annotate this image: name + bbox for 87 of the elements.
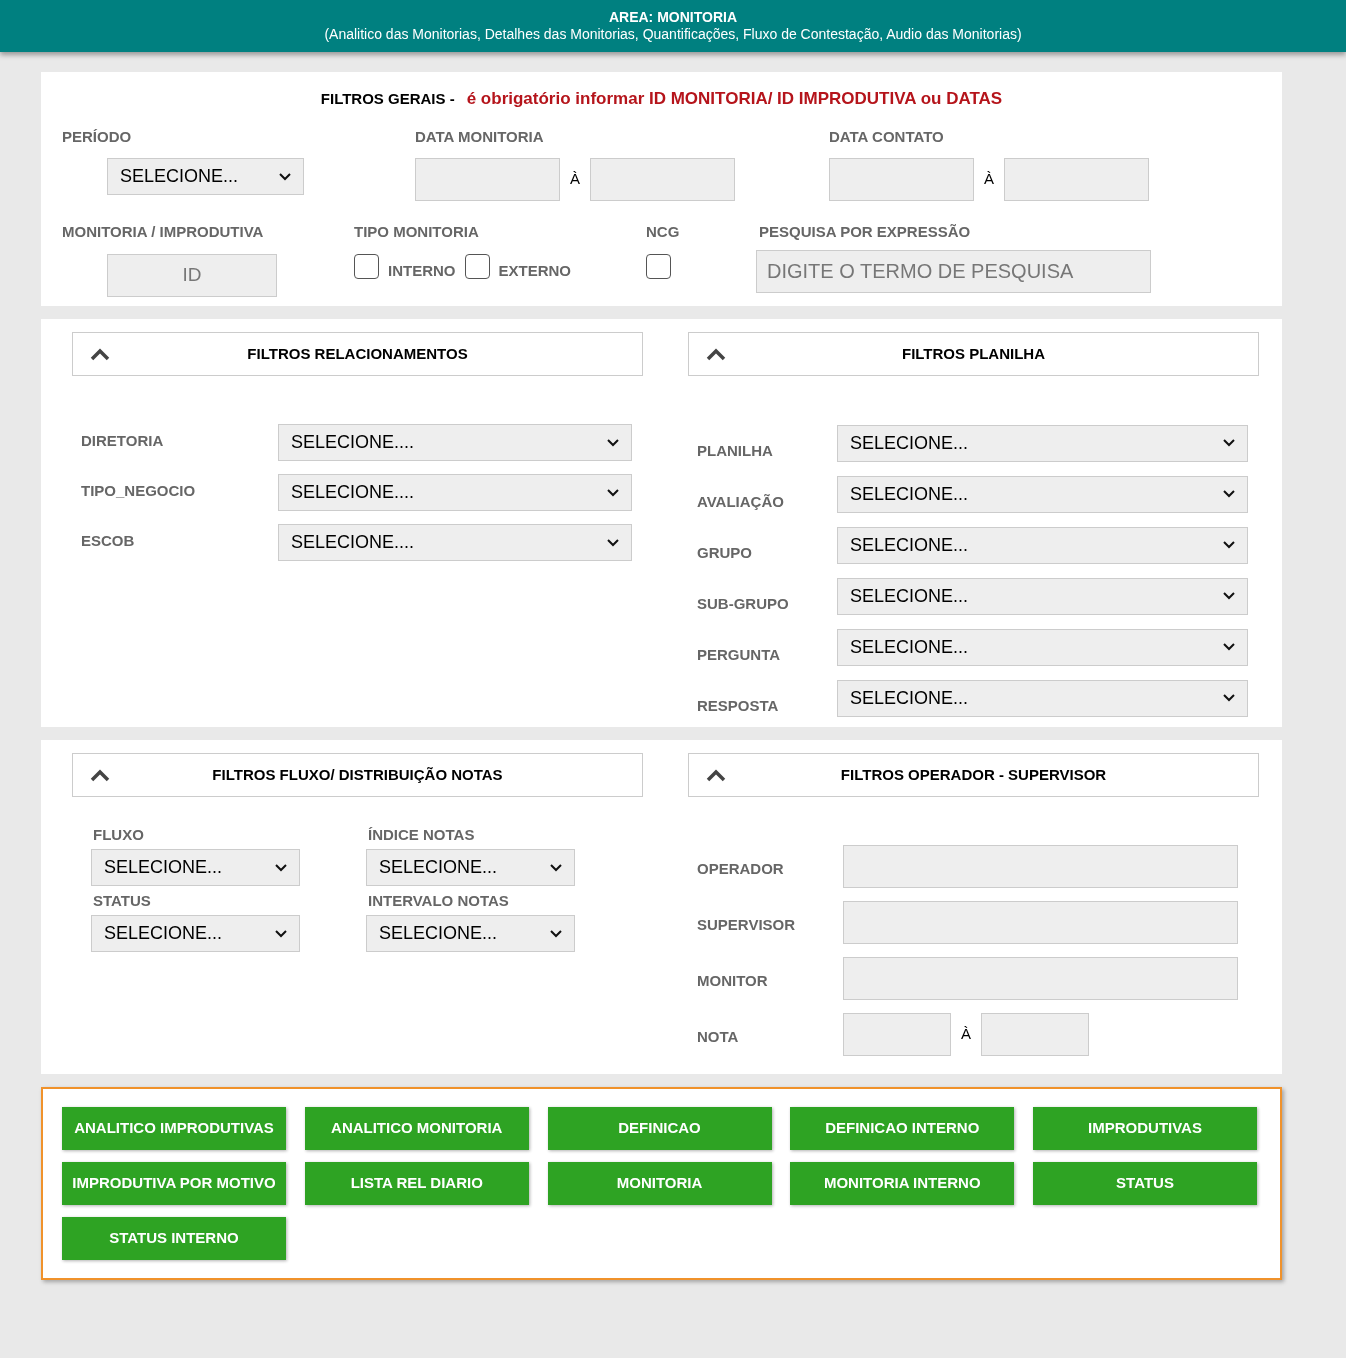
dropdown-select[interactable]: SELECIONE... xyxy=(91,915,300,952)
checkbox[interactable] xyxy=(464,253,490,279)
field-label: STATUS xyxy=(92,892,152,910)
field-label: SUPERVISOR xyxy=(696,915,797,936)
caret-icon xyxy=(607,438,619,447)
panel-header[interactable]: FILTROS RELACIONAMENTOS xyxy=(72,332,643,376)
text-field[interactable] xyxy=(981,1013,1089,1056)
chevron-up-icon xyxy=(706,769,726,782)
field-label: FLUXO xyxy=(92,826,145,844)
text-field[interactable] xyxy=(843,957,1238,1000)
date-field[interactable] xyxy=(829,158,974,201)
panel-title: FILTROS RELACIONAMENTOS xyxy=(247,343,468,364)
field-label: PLANILHA xyxy=(696,441,774,461)
dropdown-select[interactable]: SELECIONE... xyxy=(366,915,575,952)
range-separator: À xyxy=(569,169,581,190)
text-field[interactable] xyxy=(843,845,1238,888)
field-label: PERGUNTA xyxy=(696,645,782,665)
dropdown-select[interactable]: SELECIONE... xyxy=(837,628,1248,666)
panel-title: FILTROS PLANILHA xyxy=(901,343,1045,364)
area-subtitle: (Analitico das Monitorias, Detalhes das Monitorias, Quantificações, Fluxo de Contestação, Audio das Monitorias) xyxy=(324,26,1022,43)
caret-icon xyxy=(1223,694,1235,703)
dropdown-select[interactable]: SELECIONE.... xyxy=(278,524,632,561)
field-label: RESPOSTA xyxy=(696,696,780,716)
date-field[interactable] xyxy=(590,158,735,201)
caret-icon xyxy=(1223,592,1235,601)
dropdown-select[interactable]: SELECIONE... xyxy=(837,424,1248,462)
field-label: GRUPO xyxy=(696,543,753,563)
chevron-up-icon xyxy=(90,348,110,361)
field-label: DATA CONTATO xyxy=(829,126,945,147)
dropdown-select[interactable]: SELECIONE... xyxy=(91,849,300,886)
caret-icon xyxy=(607,488,619,497)
warning-text: é obrigatório informar ID MONITORIA/ ID IMPRODUTIVA ou DATAS xyxy=(466,88,1003,110)
field-label: PERÍODO xyxy=(62,126,133,147)
caret-icon xyxy=(275,929,287,938)
text-field[interactable] xyxy=(843,901,1238,944)
section-title: FILTROS GERAIS - xyxy=(320,89,455,109)
id-field[interactable]: ID xyxy=(107,253,277,297)
panel-title: FILTROS OPERADOR - SUPERVISOR xyxy=(840,764,1107,785)
dropdown-select[interactable]: SELECIONE... xyxy=(837,679,1248,717)
field-label: PESQUISA POR EXPRESSÃO xyxy=(759,222,972,242)
field-label: DATA MONITORIA xyxy=(415,126,545,147)
dropdown-select[interactable]: SELECIONE.... xyxy=(278,424,632,461)
caret-icon xyxy=(279,172,291,181)
caret-icon xyxy=(275,863,287,872)
text-field[interactable] xyxy=(843,1013,951,1056)
field-label: TIPO_NEGOCIO xyxy=(80,480,197,501)
field-label: DIRETORIA xyxy=(80,430,165,451)
field-label: SUB-GRUPO xyxy=(696,594,790,614)
panel-header[interactable]: FILTROS OPERADOR - SUPERVISOR xyxy=(688,753,1259,797)
field-label: TIPO MONITORIA xyxy=(354,222,480,242)
checkbox-label: INTERNO xyxy=(388,262,456,279)
date-field[interactable] xyxy=(1004,158,1149,201)
field-label: NOTA xyxy=(696,1027,740,1048)
caret-icon xyxy=(1223,541,1235,550)
caret-icon xyxy=(550,863,562,872)
area-title: AREA: MONITORIA xyxy=(608,9,738,26)
caret-icon xyxy=(1223,439,1235,448)
caret-icon xyxy=(1223,643,1235,652)
caret-icon xyxy=(607,538,619,547)
panel-header[interactable]: FILTROS FLUXO/ DISTRIBUIÇÃO NOTAS xyxy=(72,753,643,797)
chevron-up-icon xyxy=(706,348,726,361)
field-label: ÍNDICE NOTAS xyxy=(367,826,476,844)
dropdown-select[interactable]: SELECIONE... xyxy=(107,158,304,195)
field-label: MONITOR xyxy=(696,971,769,992)
checkbox[interactable] xyxy=(646,253,671,279)
field-label: AVALIAÇÃO xyxy=(696,492,785,512)
field-label: NCG xyxy=(646,222,680,242)
caret-icon xyxy=(1223,490,1235,499)
date-field[interactable] xyxy=(415,158,560,201)
checkbox-label: EXTERNO xyxy=(498,262,571,279)
range-separator: À xyxy=(960,1024,972,1045)
field-label: ESCOB xyxy=(80,530,136,551)
chevron-up-icon xyxy=(90,769,110,782)
dropdown-select[interactable]: SELECIONE.... xyxy=(278,474,632,511)
dropdown-select[interactable]: SELECIONE... xyxy=(366,849,575,886)
checkbox[interactable] xyxy=(354,253,379,279)
panel-title: FILTROS FLUXO/ DISTRIBUIÇÃO NOTAS xyxy=(212,764,503,785)
caret-icon xyxy=(550,929,562,938)
field-label: INTERVALO NOTAS xyxy=(367,892,510,910)
panel-header[interactable]: FILTROS PLANILHA xyxy=(688,332,1259,376)
dropdown-select[interactable]: SELECIONE... xyxy=(837,526,1248,564)
field-label: OPERADOR xyxy=(696,859,785,880)
dropdown-select[interactable]: SELECIONE... xyxy=(837,577,1248,615)
dropdown-select[interactable]: SELECIONE... xyxy=(837,475,1248,513)
field-label: MONITORIA / IMPRODUTIVA xyxy=(62,222,265,242)
range-separator: À xyxy=(983,169,995,190)
search-field[interactable]: DIGITE O TERMO DE PESQUISA xyxy=(756,249,1151,293)
